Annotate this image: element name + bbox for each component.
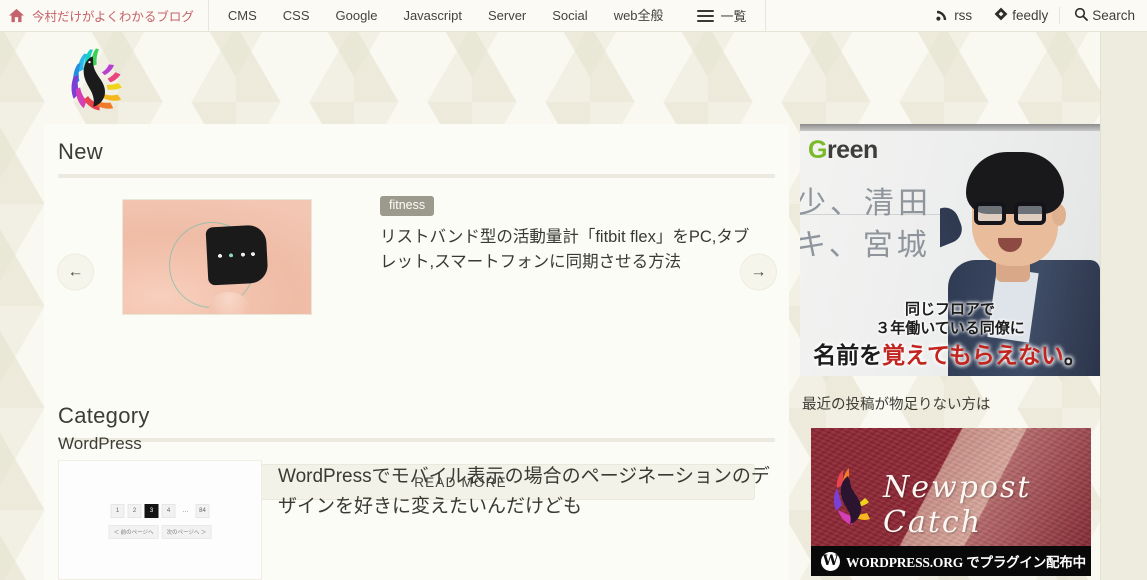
category-section-header: Category — [44, 388, 789, 442]
post-thumbnail[interactable]: 1 2 3 4 … 84 ＜ 前のページへ 次のページへ ＞ — [58, 460, 262, 580]
ad-banner-green[interactable]: 少、清田 キ、宮城 Green 同じフロアで ３年働いている同僚に 名前を覚えて… — [800, 124, 1100, 376]
section-divider-new — [58, 174, 775, 178]
slide-text-block: fitness リストバンド型の活動量計「fitbit flex」をPC,タブレ… — [380, 196, 758, 276]
category-post-title[interactable]: WordPressでモバイル表示の場合のページネーションのデザインを好きに変えた… — [278, 460, 775, 580]
green-logo: Green — [808, 136, 878, 165]
nav-item-social[interactable]: Social — [539, 0, 600, 31]
post-tag-badge[interactable]: fitness — [380, 196, 435, 216]
nav-item-javascript[interactable]: Javascript — [390, 0, 475, 31]
page-number: 1 — [110, 504, 125, 518]
sidebar: 少、清田 キ、宮城 Green 同じフロアで ３年働いている同僚に 名前を覚えて… — [800, 124, 1100, 576]
thumbnail-wristband — [205, 224, 269, 286]
ad-copy-line3-a: 名前を — [813, 341, 883, 368]
person-arm — [940, 203, 967, 265]
phoenix-icon — [829, 466, 871, 528]
search-icon — [1074, 7, 1089, 24]
pagination-next: 次のページへ ＞ — [161, 525, 212, 539]
hamburger-icon — [696, 7, 714, 25]
thumbnail-finger — [209, 292, 249, 314]
page-number: 4 — [161, 504, 176, 518]
section-divider-category — [58, 438, 775, 442]
nav-list-label: 一覧 — [720, 9, 747, 24]
rss-icon — [936, 7, 950, 24]
nav-item-css[interactable]: CSS — [270, 0, 323, 31]
rss-link[interactable]: rss — [925, 7, 983, 24]
new-posts-slider: ← → fitness リストバンド型の活動量計「fitbit flex」をPC… — [44, 196, 789, 348]
home-icon — [8, 8, 25, 23]
sidebar-note: 最近の投稿が物足りない方は — [802, 397, 991, 413]
main-content-card: New ← → fitness リストバンド型の活動量計「fitbit flex… — [44, 124, 789, 580]
green-logo-rest: reen — [826, 136, 878, 164]
rss-label: rss — [954, 8, 973, 23]
category-name[interactable]: WordPress — [58, 434, 142, 454]
ad-copy-line1: 同じフロアで — [904, 301, 995, 319]
section-heading-category: Category — [58, 403, 150, 428]
ad-copy-line3-highlight: 覚えてもらえない — [882, 341, 1064, 368]
feedly-icon — [994, 7, 1008, 24]
site-header — [44, 32, 1100, 124]
right-gutter — [1101, 0, 1147, 580]
section-heading-new: New — [58, 139, 103, 164]
ad-banner-newpost-catch[interactable]: Newpost Catch W WORDPRESS.ORG でプラグイン配布中 — [811, 428, 1091, 576]
person-glasses-icon — [974, 202, 1058, 226]
ad-copy: 同じフロアで ３年働いている同僚に 名前を覚えてもらえない。 — [800, 301, 1100, 368]
site-logo[interactable] — [60, 42, 132, 114]
ad-copy-line3-c: 。 — [1063, 341, 1087, 368]
ad-copy-line2: ３年働いている同僚に — [875, 319, 1025, 337]
top-navigation-bar: 今村だけがよくわかるブログ CMS CSS Google Javascript … — [0, 0, 1147, 32]
wordpress-icon: W — [821, 551, 840, 571]
nav-item-web-general[interactable]: web全般 — [601, 0, 677, 31]
page-number: 84 — [195, 504, 210, 518]
site-brand-link[interactable]: 今村だけがよくわかるブログ — [0, 0, 209, 31]
page-number-current: 3 — [144, 504, 159, 518]
nav-item-google[interactable]: Google — [323, 0, 391, 31]
ad-copy-line3: 名前を覚えてもらえない。 — [800, 342, 1100, 368]
page-ellipsis: … — [182, 508, 189, 514]
category-post-item: 1 2 3 4 … 84 ＜ 前のページへ 次のページへ ＞ WordPress… — [58, 460, 775, 580]
newpost-title: Newpost Catch — [883, 470, 1032, 540]
nav-list-toggle[interactable]: 一覧 — [683, 0, 766, 31]
slide-thumbnail[interactable] — [122, 199, 312, 315]
primary-nav: CMS CSS Google Javascript Server Social … — [209, 0, 677, 31]
pagination-prev: ＜ 前のページへ — [108, 525, 159, 539]
pagination-buttons: ＜ 前のページへ 次のページへ ＞ — [108, 525, 212, 539]
page-number: 2 — [127, 504, 142, 518]
slider-prev-button[interactable]: ← — [57, 253, 94, 291]
slide-post-title[interactable]: リストバンド型の活動量計「fitbit flex」をPC,タブレット,スマートフ… — [380, 225, 758, 276]
whiteboard-text-line2: キ、宮城 — [800, 229, 931, 262]
newpost-footer-text: WORDPRESS.ORG でプラグイン配布中 — [846, 555, 1086, 570]
arrow-left-icon: ← — [67, 263, 84, 280]
whiteboard-text-line1: 少、清田 — [800, 187, 932, 220]
search-label: Search — [1092, 8, 1135, 23]
newpost-footer-strip: W WORDPRESS.ORG でプラグイン配布中 — [811, 546, 1091, 576]
nav-right-group: rss feedly Search — [925, 0, 1147, 31]
pagination-numbers: 1 2 3 4 … 84 — [110, 504, 210, 518]
nav-item-cms[interactable]: CMS — [215, 0, 270, 31]
feedly-label: feedly — [1012, 8, 1049, 23]
nav-item-server[interactable]: Server — [475, 0, 539, 31]
search-button[interactable]: Search — [1059, 7, 1147, 24]
feedly-link[interactable]: feedly — [983, 7, 1059, 24]
green-logo-g: G — [808, 136, 827, 164]
site-brand-label: 今村だけがよくわかるブログ — [32, 10, 194, 24]
